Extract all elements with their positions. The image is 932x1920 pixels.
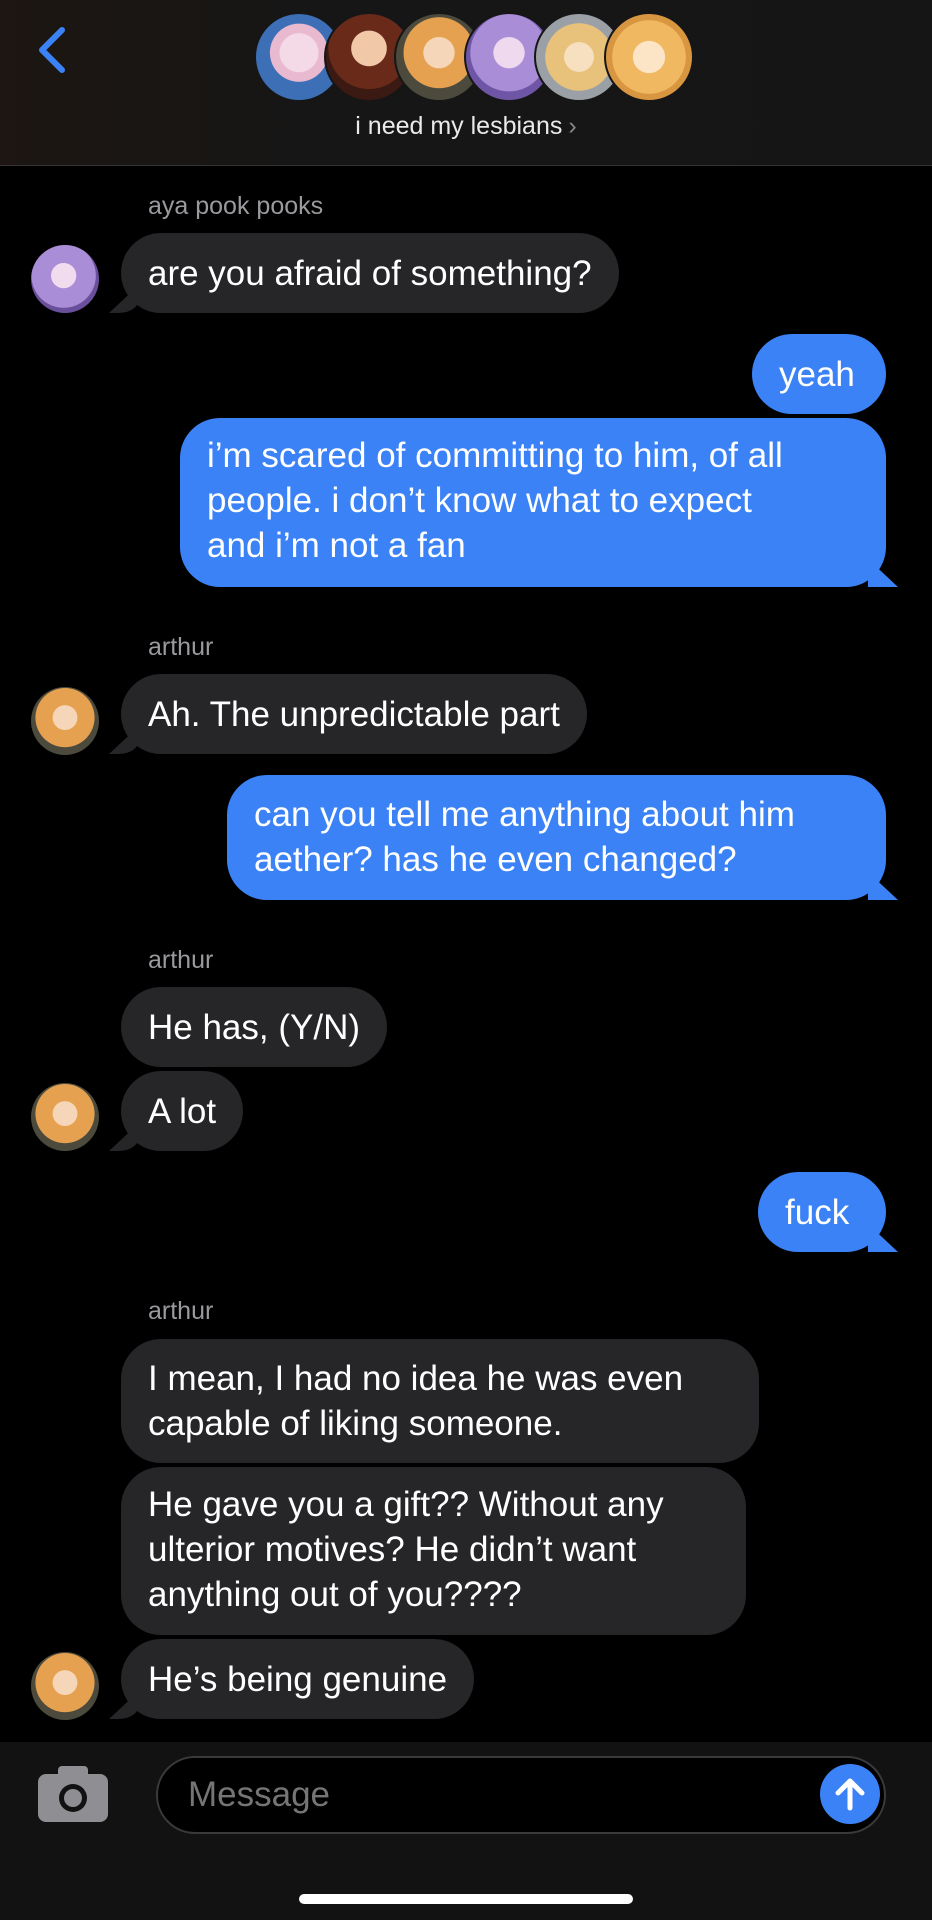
sender-name: arthur [148,1297,214,1325]
arrow-up-icon [835,1778,865,1811]
avatar[interactable] [31,245,99,313]
message-bubble[interactable]: A lot [121,1071,244,1151]
send-button[interactable] [820,1764,880,1824]
camera-button[interactable] [36,1764,110,1824]
camera-icon [38,1766,108,1822]
message-text-line: He gave you a gift?? Without any [148,1485,664,1524]
message-text: He’s being genuine [148,1659,448,1699]
message-text-line: people. i don’t know what to expect [207,481,752,520]
back-button[interactable] [30,22,76,78]
message-text: fuck [785,1192,850,1232]
message-bubble[interactable]: can you tell me anything about him aethe… [227,775,886,900]
sender-name: arthur [148,633,214,661]
message-bubble[interactable]: He has, (Y/N) [121,987,387,1067]
message-text: yeah [779,354,855,394]
message-text-line: capable of liking someone. [148,1404,563,1443]
message-text-line: aether? has he even changed? [254,840,737,879]
avatar[interactable] [31,1652,99,1720]
message-text: A lot [148,1091,217,1131]
message-input[interactable] [156,1756,886,1834]
group-name[interactable]: i need my lesbians › [0,112,932,141]
group-avatars[interactable] [254,12,694,104]
message-text-line: ulterior motives? He didn’t want [148,1530,637,1569]
message-bubble[interactable]: are you afraid of something? [121,233,619,313]
message-bubble[interactable]: fuck [758,1172,886,1252]
avatar[interactable] [31,1083,99,1151]
message-text-line: anything out of you???? [148,1575,522,1614]
message-text-line: I mean, I had no idea he was even [148,1359,684,1398]
message-bubble[interactable]: Ah. The unpredictable part [121,674,587,754]
avatar [604,12,694,102]
message-text-line: and i’m not a fan [207,526,466,565]
message-text-line: i’m scared of committing to him, of all [207,436,783,475]
message-bubble[interactable]: i’m scared of committing to him, of all … [180,418,886,587]
message-bubble[interactable]: yeah [752,334,886,414]
message-text-line: can you tell me anything about him [254,795,795,834]
message-bubble[interactable]: I mean, I had no idea he was even capabl… [121,1339,759,1463]
message-text: Ah. The unpredictable part [148,694,560,734]
avatar[interactable] [31,687,99,755]
conversation-header: i need my lesbians › [0,0,932,166]
sender-name: arthur [148,946,214,974]
chevron-left-icon [39,27,65,73]
message-bubble[interactable]: He’s being genuine [121,1639,475,1719]
message-text: are you afraid of something? [148,253,592,293]
home-indicator[interactable] [299,1894,633,1904]
message-text: He has, (Y/N) [148,1007,360,1047]
sender-name: aya pook pooks [148,192,324,220]
group-name-label: i need my lesbians [355,112,563,140]
chevron-right-icon: › [568,112,577,140]
message-bubble[interactable]: He gave you a gift?? Without any ulterio… [121,1467,746,1635]
